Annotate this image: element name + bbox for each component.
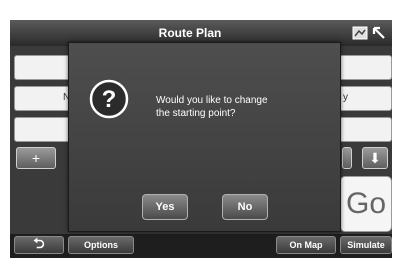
route-field-middle-right-text: y [343, 92, 348, 103]
dialog-message-line-2: the starting point? [156, 108, 236, 119]
go-button-label: Go [345, 187, 387, 220]
route-field-start-left[interactable] [14, 55, 74, 80]
route-field-end-left[interactable] [14, 117, 74, 142]
confirm-dialog [68, 42, 341, 232]
on-map-button[interactable]: On Map [276, 236, 336, 254]
dialog-message-line-1: Would you like to change [156, 95, 268, 106]
add-waypoint-button[interactable]: + [16, 147, 56, 169]
route-field-start-right[interactable] [336, 55, 392, 80]
simulate-button[interactable]: Simulate [340, 236, 392, 254]
question-icon: ? [89, 79, 129, 119]
cursor-arrow-icon[interactable] [370, 25, 388, 41]
move-down-button[interactable]: ⬇ [362, 147, 388, 169]
route-field-end-right[interactable] [336, 117, 392, 142]
svg-text:?: ? [102, 86, 117, 113]
yes-button[interactable]: Yes [142, 194, 188, 220]
options-button[interactable]: Options [68, 236, 134, 254]
move-up-button[interactable] [342, 147, 352, 169]
map-icon[interactable] [351, 25, 369, 41]
no-button[interactable]: No [222, 194, 268, 220]
back-button[interactable]: ⮌ [14, 235, 64, 254]
